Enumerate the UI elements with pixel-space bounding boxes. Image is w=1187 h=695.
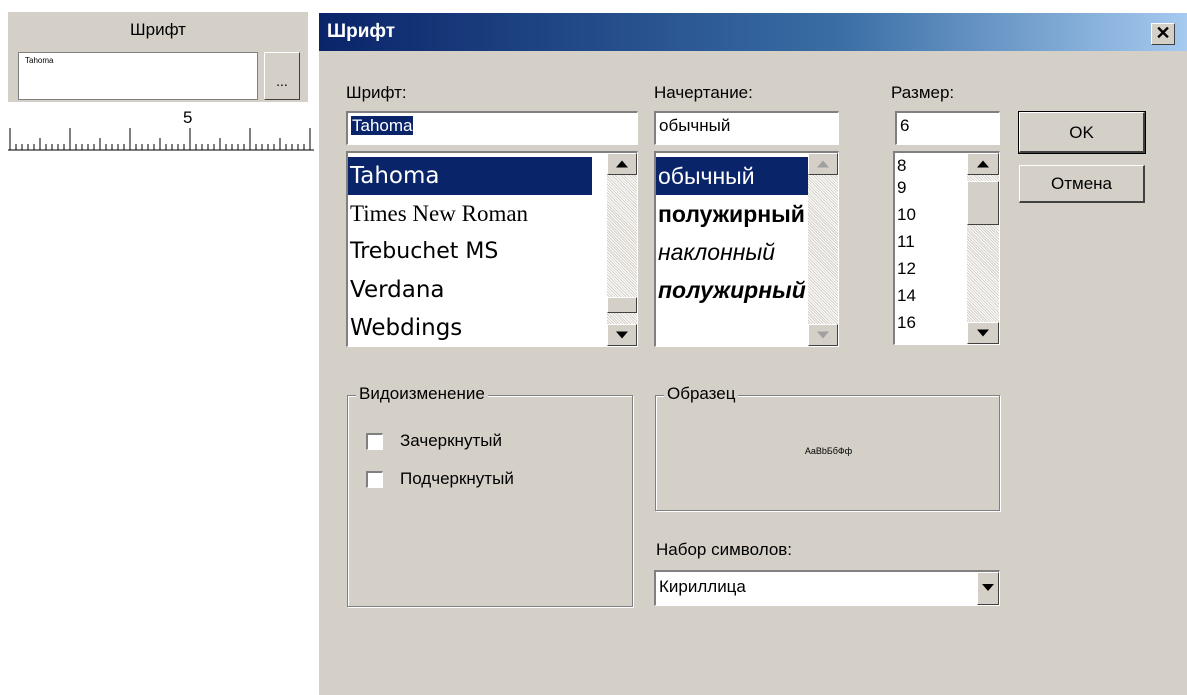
font-list-item[interactable]: Verdana [348,271,445,309]
font-size-list[interactable]: 8 9 10 11 12 14 16 [893,151,1000,345]
font-style-list[interactable]: обычный полужирный наклонный полужирный … [654,151,839,347]
font-property-value: Tahoma [25,56,54,65]
property-panel: Шрифт Tahoma ... 5 [0,0,318,695]
charset-dropdown-button[interactable] [977,572,999,605]
arrow-up-icon [616,160,628,168]
size-list-item[interactable]: 12 [895,258,916,280]
ruler-mark-label: 5 [183,108,193,127]
font-scroll-up-button[interactable] [607,153,637,175]
chevron-down-icon [982,584,994,591]
size-list-item[interactable]: 16 [895,312,916,334]
font-size-input[interactable]: 6 [895,111,1000,145]
close-icon: ✕ [1155,23,1171,43]
size-label: Размер: [891,83,955,102]
font-browse-label: ... [276,73,288,89]
size-scroll-down-button[interactable] [967,322,999,344]
charset-select[interactable]: Кириллица [654,570,1000,606]
cancel-button[interactable]: Отмена [1019,165,1145,203]
close-button[interactable]: ✕ [1151,23,1175,45]
arrow-down-icon [977,329,989,337]
sample-group-title: Образец [664,384,739,404]
font-property-value-field[interactable]: Tahoma [18,52,258,100]
sample-group: Образец AaBbБбФф [655,384,1000,511]
size-list-item[interactable]: 8 [895,155,906,177]
font-size-value: 6 [900,116,910,135]
sample-preview-text: AaBbБбФф [804,446,853,456]
charset-value: Кириллица [659,577,746,596]
size-list-item[interactable]: 14 [895,285,916,307]
size-scroll-thumb[interactable] [967,181,999,225]
font-list-item[interactable]: Webdings [348,309,462,346]
strikeout-label[interactable]: Зачеркнутый [400,431,502,451]
ruler-ticks [8,128,314,151]
style-label: Начертание: [654,83,753,102]
underline-checkbox[interactable] [366,471,383,488]
font-label: Шрифт: [346,83,407,102]
font-scroll-down-button[interactable] [607,324,637,346]
effects-group: Видоизменение Зачеркнутый Подчеркнутый [347,384,633,607]
arrow-up-icon [817,160,829,168]
charset-label: Набор символов: [656,540,793,559]
size-list-item[interactable]: 10 [895,204,916,226]
arrow-down-icon [817,331,829,339]
font-property-title: Шрифт [130,20,186,39]
size-list-item[interactable]: 11 [895,231,915,253]
size-list-item[interactable]: 9 [895,177,906,199]
arrow-up-icon [977,160,989,168]
font-list-item[interactable]: Trebuchet MS [348,233,498,271]
font-name-list[interactable]: Tahoma Times New Roman Trebuchet MS Verd… [346,151,638,347]
font-property-box: Шрифт Tahoma ... [8,12,308,102]
style-list-item[interactable]: полужирный [656,195,805,233]
font-name-input[interactable]: Tahoma [346,111,638,145]
ok-button[interactable]: OK [1018,111,1146,154]
style-list-scrollbar[interactable] [808,153,838,346]
style-scroll-down-button[interactable] [808,324,838,346]
dialog-title: Шрифт [327,21,396,42]
strikeout-checkbox[interactable] [366,433,383,450]
font-style-value: обычный [659,116,731,135]
font-browse-button[interactable]: ... [264,52,300,100]
font-list-scrollbar[interactable] [607,153,637,346]
font-scroll-thumb[interactable] [607,297,637,313]
arrow-down-icon [616,331,628,339]
underline-label: Подчеркнутый [400,469,514,488]
ruler: 5 [8,108,314,154]
style-list-item[interactable]: наклонный [656,233,775,271]
size-scroll-up-button[interactable] [967,153,999,175]
style-scroll-up-button[interactable] [808,153,838,175]
font-name-value: Tahoma [351,116,414,135]
font-list-item[interactable]: Times New Roman [348,195,528,233]
effects-group-title: Видоизменение [356,384,488,404]
font-style-input[interactable]: обычный [654,111,839,145]
title-bar[interactable]: Шрифт ✕ [319,13,1187,51]
size-list-scrollbar[interactable] [967,153,999,344]
font-dialog: Шрифт ✕ Шрифт: Tahoma Tahoma Times New R… [318,12,1187,695]
font-list-item[interactable]: Tahoma [348,157,592,195]
